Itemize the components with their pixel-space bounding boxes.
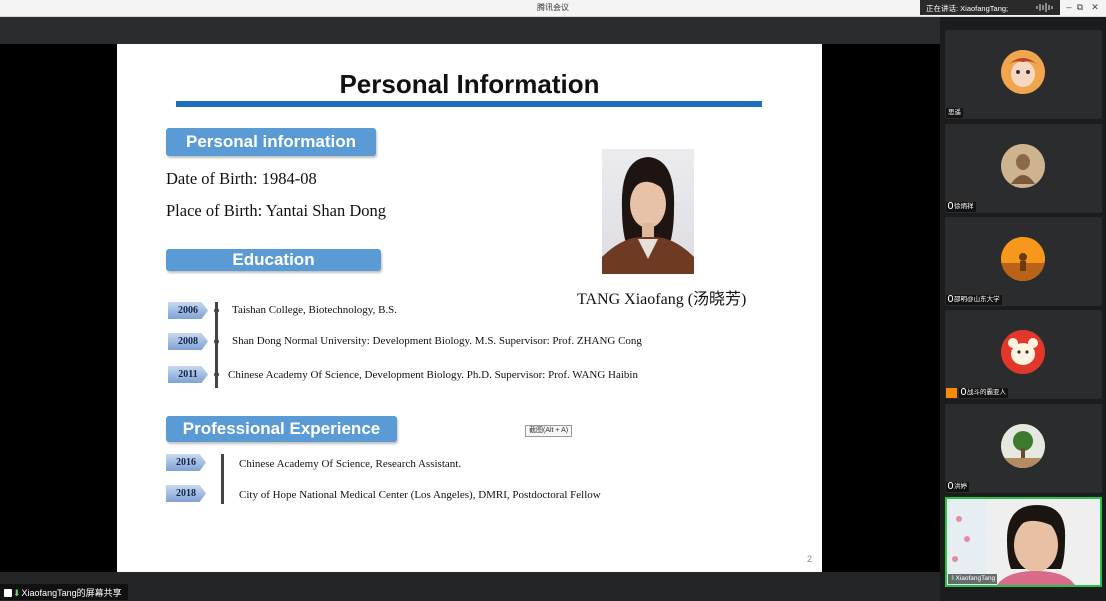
- section-professional-experience: Professional Experience: [166, 416, 397, 442]
- participant-name: 邵明@山东大学: [946, 295, 1002, 305]
- presentation-slide: Personal Information Personal informatio…: [117, 44, 822, 572]
- speaking-text: 正在讲话: XiaofangTang;: [926, 4, 1009, 13]
- page-number: 2: [807, 554, 813, 564]
- slide-title: Personal Information: [339, 69, 600, 99]
- section-education: Education: [166, 249, 381, 271]
- speaker-video-tile[interactable]: ⬇XiaofangTang: [945, 497, 1102, 587]
- participant-name: 洪婷: [946, 482, 969, 492]
- mic-icon: [948, 482, 953, 489]
- mic-icon: [961, 388, 966, 395]
- date-of-birth: Date of Birth: 1984-08: [166, 169, 317, 188]
- participant-tile[interactable]: 洪婷: [945, 404, 1102, 493]
- top-toolbar: [0, 17, 940, 44]
- experience-timeline: [221, 454, 224, 504]
- restore-icon[interactable]: ⧉: [1073, 2, 1087, 13]
- experience-entry: City of Hope National Medical Center (Lo…: [239, 489, 601, 501]
- screenshot-tooltip: 截图(Alt + A): [525, 425, 573, 437]
- participant-name: ⬇XiaofangTang: [948, 574, 998, 584]
- education-entry: Chinese Academy Of Science, Development …: [228, 369, 638, 381]
- timeline-dot: [214, 372, 219, 377]
- timeline-dot: [214, 339, 219, 344]
- bottom-toolbar: [0, 572, 940, 601]
- avatar: [1001, 144, 1045, 188]
- avatar: [1001, 50, 1045, 94]
- avatar: [1001, 330, 1045, 374]
- participant-tile[interactable]: 徐炳祥: [945, 124, 1102, 213]
- participant-tile[interactable]: 邵明@山东大学: [945, 217, 1102, 306]
- share-label-text: XiaofangTang的屏幕共享: [21, 588, 122, 598]
- experience-entry: Chinese Academy Of Science, Research Ass…: [239, 458, 462, 470]
- speaker-video: [947, 499, 1100, 585]
- place-of-birth: Place of Birth: Yantai Shan Dong: [166, 201, 386, 220]
- mic-icon: [948, 295, 953, 302]
- section-personal-info: Personal information: [166, 128, 376, 156]
- experience-year: 2018: [166, 485, 206, 502]
- participant-name: 战斗的霸亚人: [959, 388, 1008, 398]
- participant-name: 思遥: [946, 108, 963, 118]
- participant-name: 徐炳祥: [946, 202, 976, 212]
- screen-icon: [4, 589, 12, 597]
- mic-icon: [948, 202, 953, 209]
- close-icon[interactable]: ✕: [1088, 2, 1102, 13]
- experience-year: 2016: [166, 454, 206, 471]
- education-year: 2008: [168, 333, 208, 350]
- title-underline: [176, 101, 762, 107]
- download-icon: ⬇: [13, 588, 21, 598]
- screen-share-label[interactable]: ⬇XiaofangTang的屏幕共享: [0, 584, 128, 600]
- photo-caption: TANG Xiaofang (汤晓芳): [577, 291, 747, 308]
- speaking-indicator: 正在讲话: XiaofangTang;: [920, 0, 1060, 15]
- audio-wave-icon: [1036, 3, 1053, 12]
- profile-photo: [602, 149, 694, 274]
- user-icon: [946, 388, 957, 398]
- education-entry: Shan Dong Normal University: Development…: [232, 335, 642, 347]
- participant-tile[interactable]: 战斗的霸亚人: [945, 310, 1102, 399]
- timeline-dot: [214, 308, 219, 313]
- avatar: [1001, 424, 1045, 468]
- education-entry: Taishan College, Biotechnology, B.S.: [232, 304, 398, 316]
- participant-tile[interactable]: 思遥: [945, 30, 1102, 119]
- participants-panel: 思遥 徐炳祥 邵明@山东大学 战斗的霸亚人 洪婷 ⬇XiaofangTang: [940, 17, 1106, 601]
- avatar: [1001, 237, 1045, 281]
- education-year: 2006: [168, 302, 208, 319]
- education-year: 2011: [168, 366, 208, 383]
